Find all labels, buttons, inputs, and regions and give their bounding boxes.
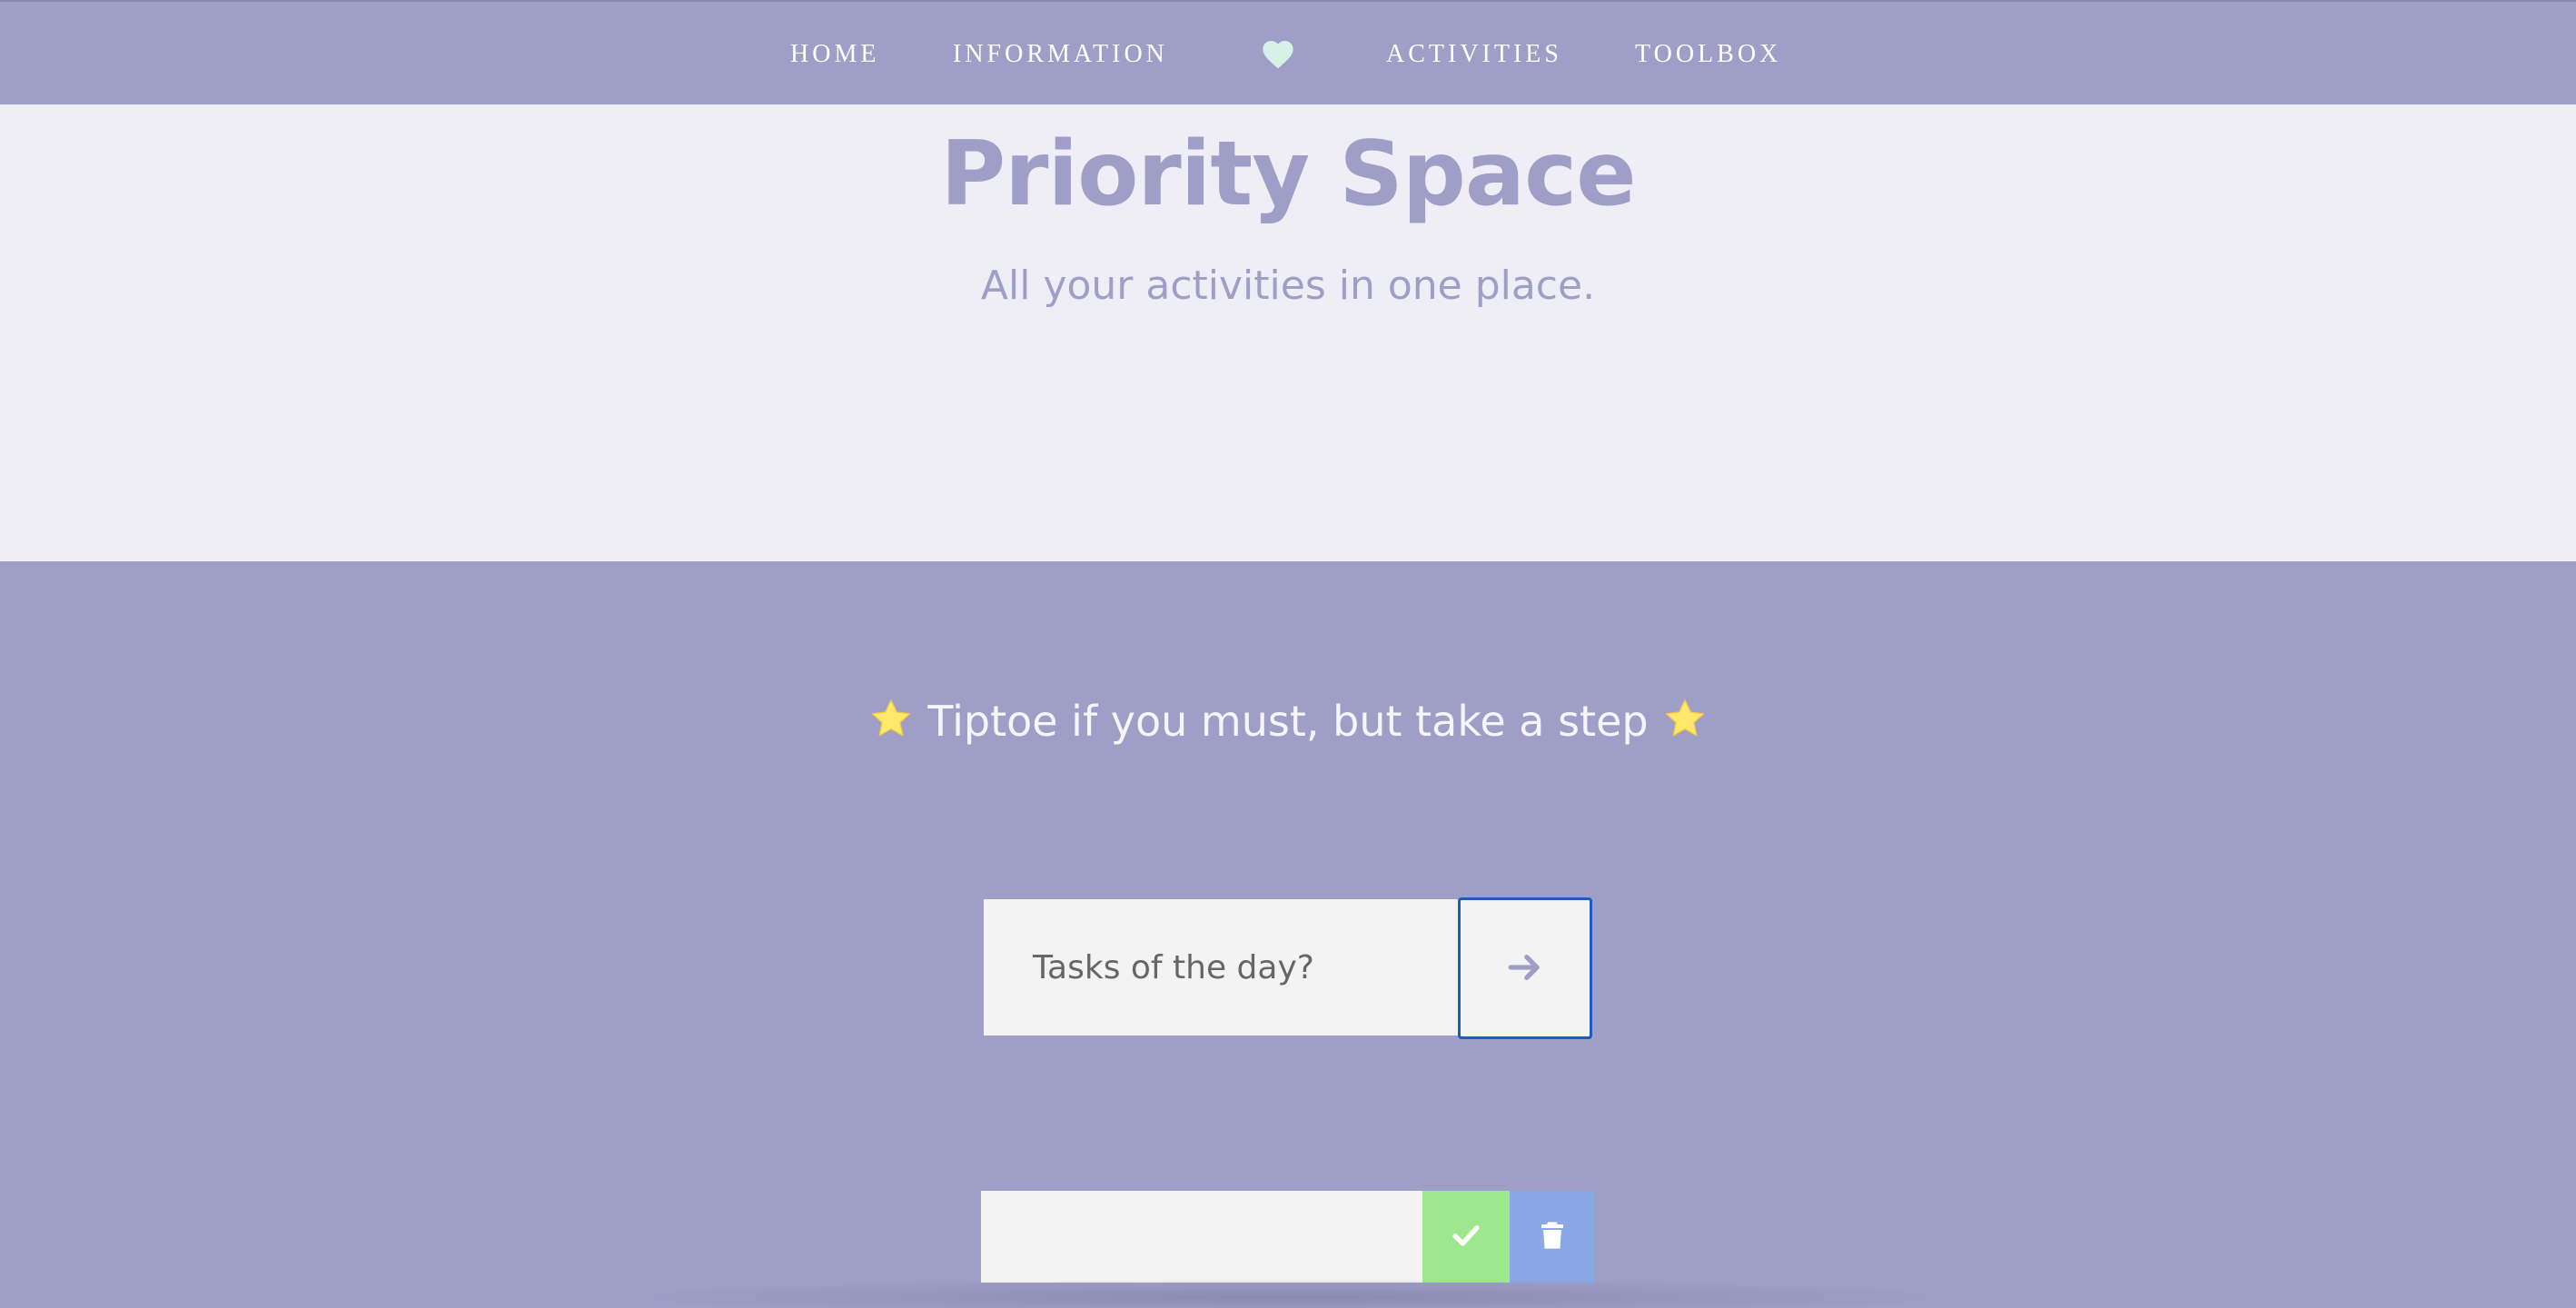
star-icon xyxy=(1661,696,1709,743)
todo-text xyxy=(981,1191,1422,1283)
page-title: Priority Space xyxy=(940,123,1636,226)
nav-link-home[interactable]: HOME xyxy=(790,40,879,69)
hero-section: Priority Space All your activities in on… xyxy=(0,104,2576,561)
arrow-right-icon xyxy=(1506,948,1544,989)
quote-text: Tiptoe if you must, but take a step xyxy=(927,697,1649,746)
task-form xyxy=(984,896,1592,1039)
motivational-quote: Tiptoe if you must, but take a step xyxy=(0,696,2576,746)
todo-list-shadow xyxy=(599,1279,1980,1308)
nav-link-information[interactable]: INFORMATION xyxy=(953,40,1168,69)
delete-task-button[interactable] xyxy=(1510,1191,1594,1283)
task-input[interactable] xyxy=(984,899,1460,1036)
trash-icon xyxy=(1538,1219,1567,1254)
top-navbar: HOME INFORMATION ACTIVITIES TOOLBOX xyxy=(0,0,2576,104)
check-icon xyxy=(1450,1219,1482,1254)
complete-task-button[interactable] xyxy=(1422,1191,1510,1283)
star-icon xyxy=(867,696,915,743)
nav-link-activities[interactable]: ACTIVITIES xyxy=(1386,40,1562,69)
page-subtitle: All your activities in one place. xyxy=(980,263,1596,309)
nav-link-toolbox[interactable]: TOOLBOX xyxy=(1635,40,1781,69)
heart-icon[interactable] xyxy=(1260,36,1296,73)
add-task-button[interactable] xyxy=(1458,897,1592,1039)
todo-item xyxy=(981,1191,1594,1283)
task-section: Tiptoe if you must, but take a step xyxy=(0,561,2576,1308)
